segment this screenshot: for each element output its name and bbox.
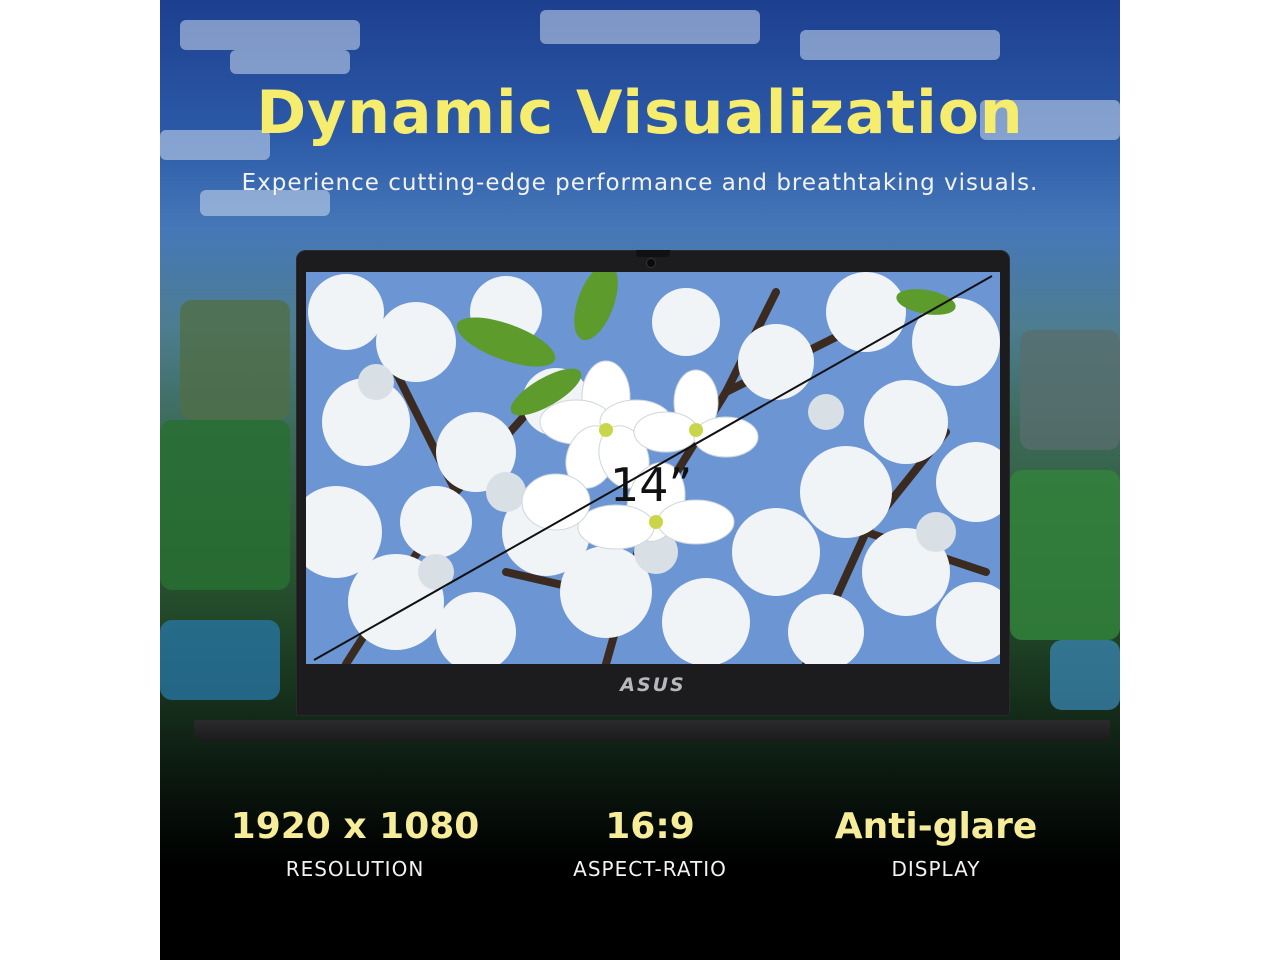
scenery-block xyxy=(1050,640,1120,710)
laptop-screen: 14” xyxy=(306,272,1000,664)
laptop-lid: 14” ASUS xyxy=(296,250,1010,716)
spec-value: 16:9 xyxy=(605,806,695,847)
cloud-shape xyxy=(800,30,1000,60)
spec-resolution: 1920 x 1080 RESOLUTION xyxy=(205,806,505,881)
spec-aspect-ratio: 16:9 ASPECT-RATIO xyxy=(500,806,800,881)
headline: Dynamic Visualization xyxy=(256,78,1024,148)
scenery-block xyxy=(160,420,290,590)
spec-label: DISPLAY xyxy=(891,857,981,881)
screen-size-label: 14” xyxy=(610,458,693,512)
promo-banner: Dynamic Visualization Experience cutting… xyxy=(160,0,1120,960)
page: Dynamic Visualization Experience cutting… xyxy=(0,0,1280,960)
subheadline: Experience cutting-edge performance and … xyxy=(241,170,1039,196)
spec-label: ASPECT-RATIO xyxy=(573,857,727,881)
webcam-icon xyxy=(647,259,655,267)
brand-logo: ASUS xyxy=(620,674,686,696)
scenery-block xyxy=(1020,330,1120,450)
cloud-shape xyxy=(540,10,760,44)
webcam-bar xyxy=(636,250,670,257)
cloud-shape xyxy=(230,50,350,74)
spec-value: 1920 x 1080 xyxy=(230,806,480,847)
spec-value: Anti-glare xyxy=(834,806,1038,847)
scenery-block xyxy=(1010,470,1120,640)
scenery-block xyxy=(180,300,290,420)
scenery-block xyxy=(160,620,280,700)
spec-display: Anti-glare DISPLAY xyxy=(786,806,1086,881)
cloud-shape xyxy=(180,20,360,50)
laptop-base xyxy=(194,720,1110,742)
spec-label: RESOLUTION xyxy=(285,857,425,881)
